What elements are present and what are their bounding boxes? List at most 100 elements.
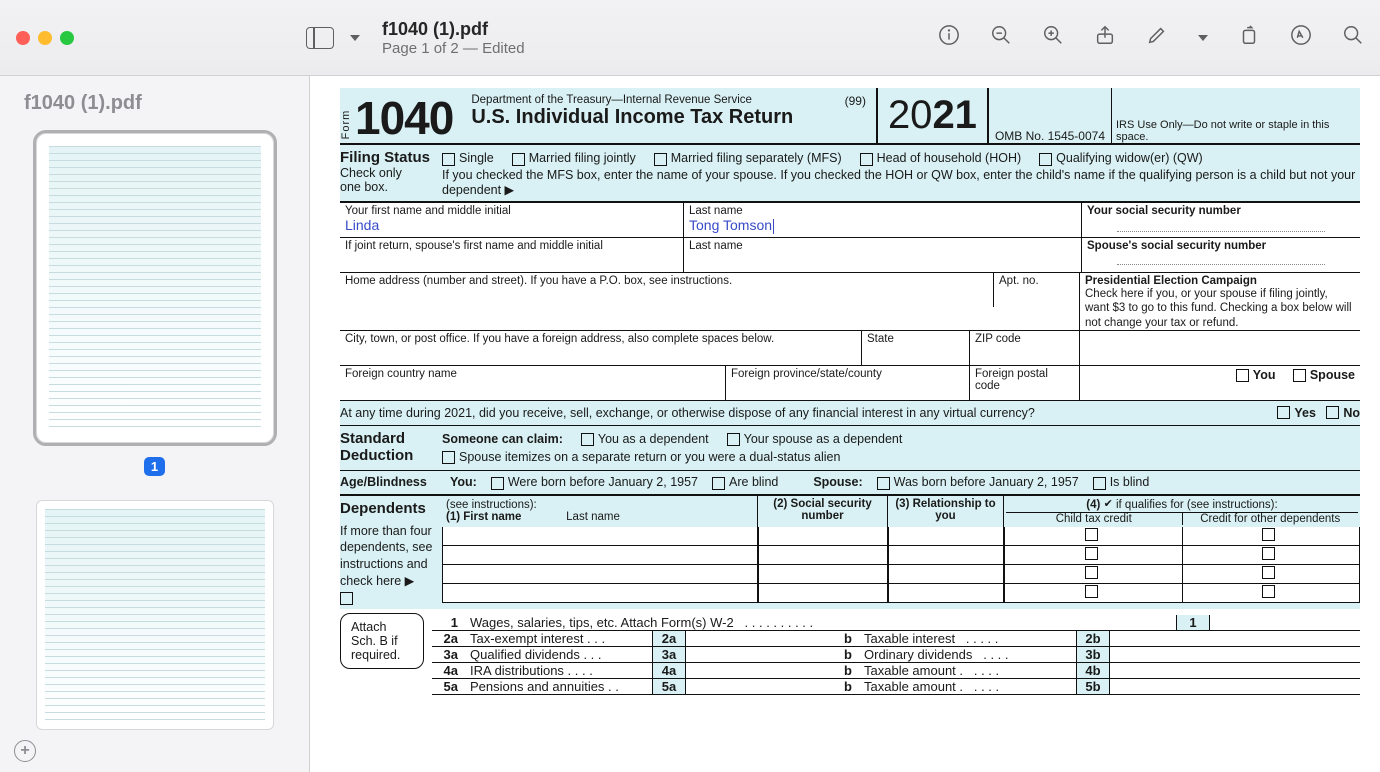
minimize-window-button[interactable] bbox=[38, 31, 52, 45]
omb-number: OMB No. 1545-0074 bbox=[989, 88, 1112, 143]
cell-foreign-province[interactable]: Foreign province/state/county bbox=[726, 366, 970, 400]
checkbox-mfj[interactable] bbox=[512, 153, 525, 166]
cell-foreign-postal[interactable]: Foreign postal code bbox=[970, 366, 1080, 400]
cell-spouse-last[interactable]: Last name bbox=[684, 238, 1082, 272]
sidebar-menu-chevron-icon[interactable] bbox=[350, 35, 360, 41]
cell-city[interactable]: City, town, or post office. If you have … bbox=[340, 331, 862, 365]
cell-zip[interactable]: ZIP code bbox=[970, 331, 1080, 365]
campaign-you-label: You bbox=[1253, 368, 1276, 382]
checkbox-you-blind[interactable] bbox=[712, 477, 725, 490]
line-desc: Pensions and annuities . . bbox=[466, 679, 652, 694]
line-amount-b[interactable] bbox=[1110, 647, 1260, 662]
city-label: City, town, or post office. If you have … bbox=[345, 333, 856, 345]
fullscreen-window-button[interactable] bbox=[60, 31, 74, 45]
checkbox-you-born[interactable] bbox=[491, 477, 504, 490]
checkbox-hoh[interactable] bbox=[860, 153, 873, 166]
share-button[interactable] bbox=[1094, 24, 1116, 51]
thumbnail-page-2[interactable] bbox=[36, 500, 274, 730]
checkbox-dep-other[interactable] bbox=[1262, 528, 1275, 541]
checkbox-dep-other[interactable] bbox=[1262, 585, 1275, 598]
checkbox-spouse-born[interactable] bbox=[877, 477, 890, 490]
line-amount-b[interactable] bbox=[1110, 663, 1260, 678]
checkbox-virtual-no[interactable] bbox=[1326, 406, 1339, 419]
cell-spouse-first[interactable]: If joint return, spouse's first name and… bbox=[340, 238, 684, 272]
line-amount-a[interactable] bbox=[686, 679, 836, 694]
checkbox-spouse-blind[interactable] bbox=[1093, 477, 1106, 490]
line-b-desc: Taxable interest . . . . . bbox=[860, 631, 1076, 646]
zoom-in-button[interactable] bbox=[1042, 24, 1064, 51]
cell-spouse-ssn[interactable]: Spouse's social security number bbox=[1082, 238, 1360, 272]
opt-mfj: Married filing jointly bbox=[529, 151, 636, 165]
cell-state[interactable]: State bbox=[862, 331, 970, 365]
checkbox-dep-ctc[interactable] bbox=[1085, 566, 1098, 579]
dep-rel-cell[interactable] bbox=[888, 565, 1004, 584]
dep-ssn-cell[interactable] bbox=[758, 584, 888, 603]
checkbox-dep-other[interactable] bbox=[1262, 547, 1275, 560]
markup-button[interactable] bbox=[1146, 24, 1168, 51]
dep-name-cell[interactable] bbox=[442, 546, 758, 565]
checkbox-campaign-you[interactable] bbox=[1236, 369, 1249, 382]
dep-ssn-cell[interactable] bbox=[758, 527, 888, 546]
checkbox-dep-ctc[interactable] bbox=[1085, 528, 1098, 541]
checkbox-dep-ctc[interactable] bbox=[1085, 547, 1098, 560]
dep-ssn-cell[interactable] bbox=[758, 546, 888, 565]
document-viewport[interactable]: Form 1040 Department of the Treasury—Int… bbox=[310, 76, 1380, 772]
checkbox-itemize[interactable] bbox=[442, 451, 455, 464]
checkbox-qw[interactable] bbox=[1039, 153, 1052, 166]
line-amount-a[interactable] bbox=[686, 631, 836, 646]
cell-first-name[interactable]: Your first name and middle initial Linda bbox=[340, 203, 684, 237]
dep-name-cell[interactable] bbox=[442, 527, 758, 546]
add-page-button[interactable]: + bbox=[14, 740, 36, 762]
line-box-a: 5a bbox=[652, 679, 686, 694]
cell-last-name[interactable]: Last name Tong Tomson bbox=[684, 203, 1082, 237]
line-box-a: 4a bbox=[652, 663, 686, 678]
cell-apt[interactable]: Apt. no. bbox=[994, 273, 1080, 330]
line-desc: IRA distributions . . . . bbox=[466, 663, 652, 678]
cell-home-address[interactable]: Home address (number and street). If you… bbox=[340, 273, 994, 307]
info-button[interactable] bbox=[938, 24, 960, 51]
checkbox-mfs[interactable] bbox=[654, 153, 667, 166]
zoom-out-button[interactable] bbox=[990, 24, 1012, 51]
checkbox-dep-ctc[interactable] bbox=[1085, 585, 1098, 598]
cell-your-ssn[interactable]: Your social security number bbox=[1082, 203, 1360, 237]
last-name-label: Last name bbox=[689, 205, 1076, 217]
checkbox-single[interactable] bbox=[442, 153, 455, 166]
someone-can-claim-label: Someone can claim: bbox=[442, 432, 563, 446]
dep-name-cell[interactable] bbox=[442, 565, 758, 584]
line-desc: Wages, salaries, tips, etc. Attach Form(… bbox=[466, 615, 1176, 630]
line-amount-a[interactable] bbox=[686, 663, 836, 678]
no-label: No bbox=[1343, 406, 1360, 420]
checkbox-virtual-yes[interactable] bbox=[1277, 406, 1290, 419]
thumbnail-page-1[interactable] bbox=[36, 133, 274, 443]
sidebar-toggle-button[interactable] bbox=[306, 27, 334, 49]
dep-rel-cell[interactable] bbox=[888, 527, 1004, 546]
checkbox-dep-other[interactable] bbox=[1262, 566, 1275, 579]
line-amount[interactable] bbox=[1210, 615, 1360, 630]
line-desc: Qualified dividends . . . bbox=[466, 647, 652, 662]
line-b-desc: Ordinary dividends . . . . bbox=[860, 647, 1076, 662]
close-window-button[interactable] bbox=[16, 31, 30, 45]
line-b-label: b bbox=[836, 647, 860, 662]
checkbox-spouse-dependent[interactable] bbox=[727, 433, 740, 446]
foreign-province-label: Foreign province/state/county bbox=[731, 368, 964, 380]
line-amount-b[interactable] bbox=[1110, 679, 1260, 694]
dep-rel-cell[interactable] bbox=[888, 584, 1004, 603]
line-amount-b[interactable] bbox=[1110, 631, 1260, 646]
line-box-b: 2b bbox=[1076, 631, 1110, 646]
rotate-button[interactable] bbox=[1238, 24, 1260, 51]
dep-name-cell[interactable] bbox=[442, 584, 758, 603]
markup-menu-chevron-icon[interactable] bbox=[1198, 35, 1208, 41]
checkbox-more-dependents[interactable] bbox=[340, 592, 353, 605]
line-amount-a[interactable] bbox=[686, 647, 836, 662]
checkbox-campaign-spouse[interactable] bbox=[1293, 369, 1306, 382]
dep-rel-cell[interactable] bbox=[888, 546, 1004, 565]
search-button[interactable] bbox=[1342, 24, 1364, 51]
checkbox-you-dependent[interactable] bbox=[581, 433, 594, 446]
filing-status-sub2: one box. bbox=[340, 180, 438, 194]
highlight-button[interactable] bbox=[1290, 24, 1312, 51]
first-name-label: Your first name and middle initial bbox=[345, 205, 678, 217]
cell-foreign-country[interactable]: Foreign country name bbox=[340, 366, 726, 400]
dep-ssn-cell[interactable] bbox=[758, 565, 888, 584]
tax-year: 2021 bbox=[876, 88, 989, 143]
std-ded-title1: Standard bbox=[340, 430, 438, 447]
